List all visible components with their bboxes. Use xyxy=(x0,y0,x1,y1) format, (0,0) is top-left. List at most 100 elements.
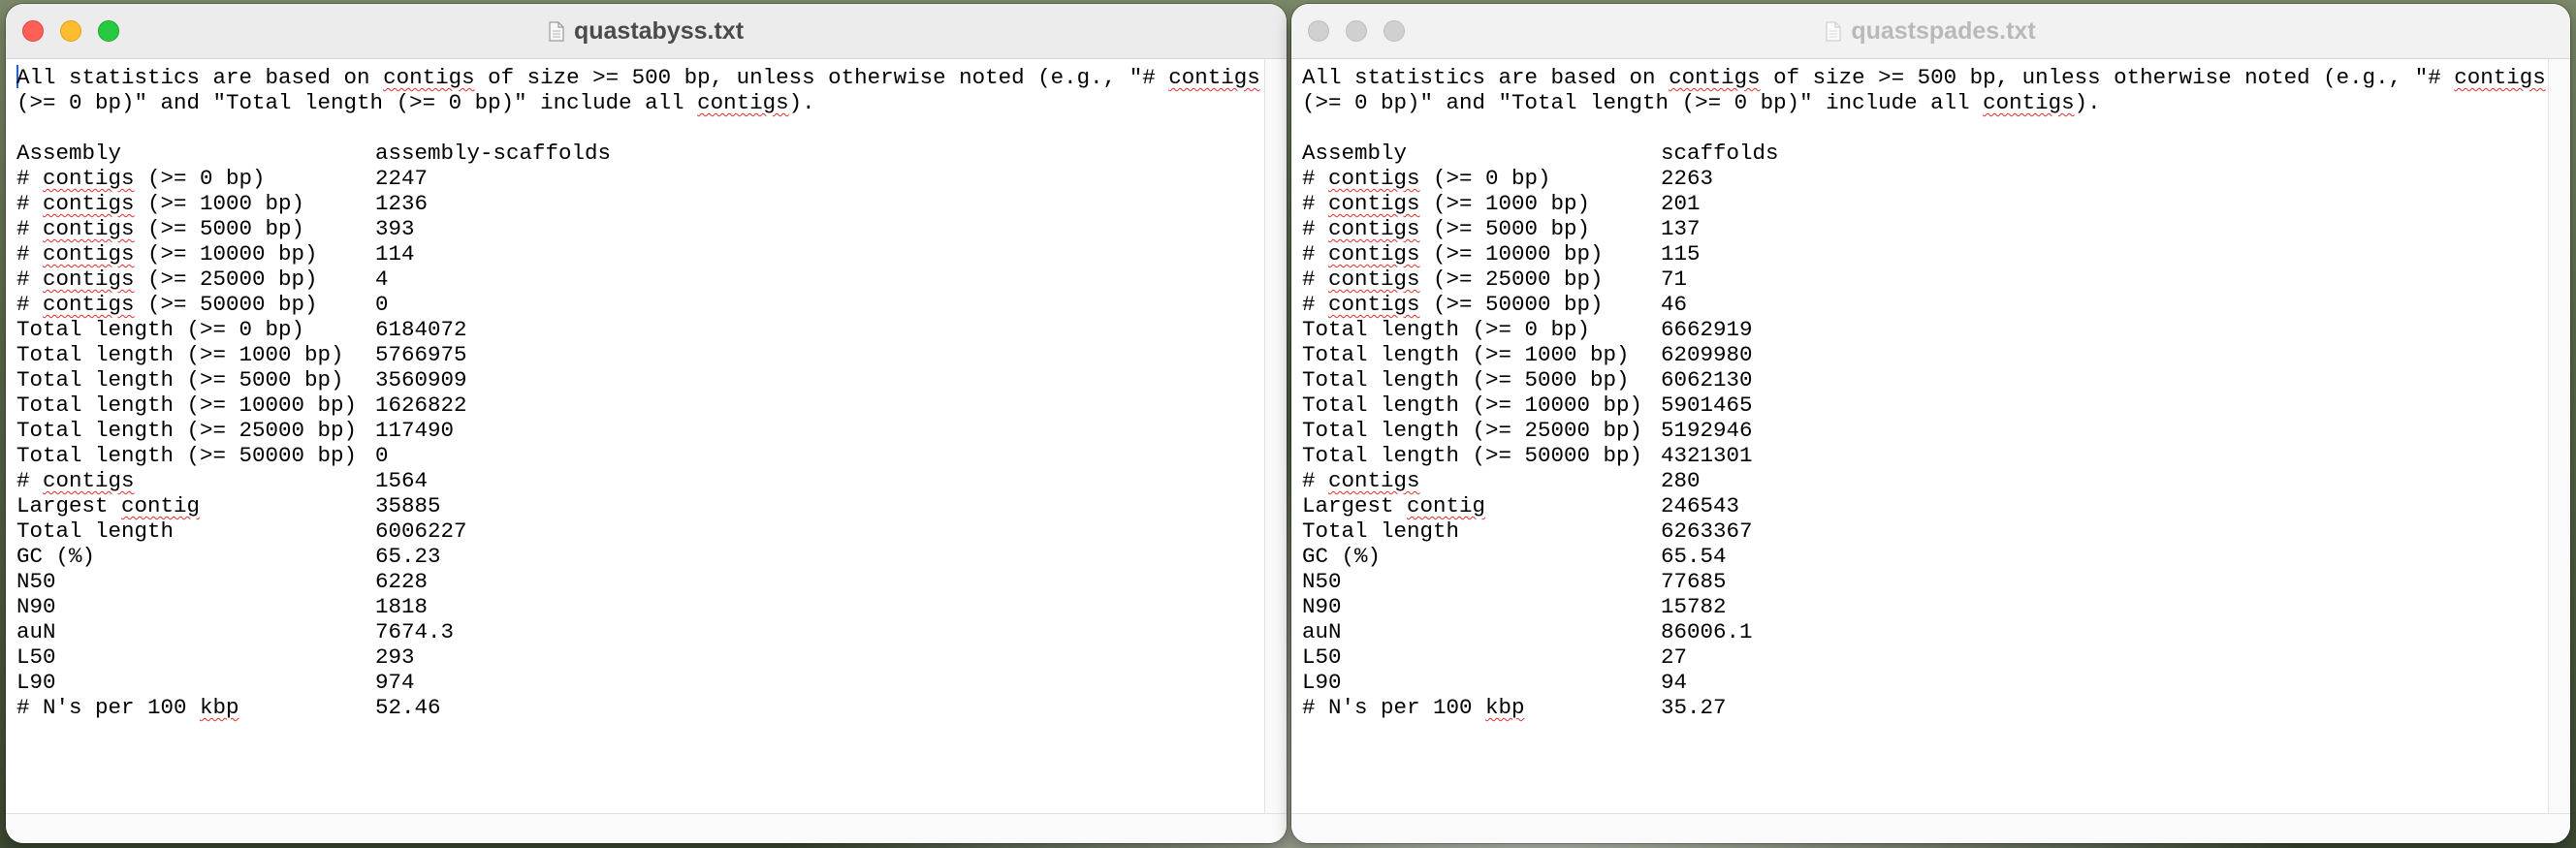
stat-value: 35885 xyxy=(375,493,441,518)
stat-value: 0 xyxy=(375,292,389,317)
stat-row: Total length (>= 25000 bp) 5192946 xyxy=(1302,418,2570,443)
stat-label: # contigs xyxy=(16,468,135,493)
stat-value: scaffolds xyxy=(1661,141,1779,166)
stat-row: Total length (>= 10000 bp) 1626822 xyxy=(16,393,1287,418)
stat-value: 77685 xyxy=(1661,569,1727,594)
stat-value: 246543 xyxy=(1661,493,1740,518)
intro-text: All statistics are based on contigs of s… xyxy=(16,65,1260,90)
stat-label: Assembly xyxy=(1302,141,1408,166)
stat-value: 65.23 xyxy=(375,544,441,569)
stat-row: Total length (>= 5000 bp) 6062130 xyxy=(1302,367,2570,393)
stat-label: Total length (>= 10000 bp) xyxy=(1302,393,1643,418)
stat-value: 86006.1 xyxy=(1661,619,1753,644)
stat-label: Total length (>= 0 bp) xyxy=(1302,317,1591,342)
stat-value: 6006227 xyxy=(375,518,467,544)
stat-row: N50 77685 xyxy=(1302,569,2570,594)
horizontal-scrollbar[interactable] xyxy=(1291,813,2570,843)
stat-label: # contigs (>= 5000 bp) xyxy=(16,216,305,241)
stat-row: Total length (>= 0 bp) 6184072 xyxy=(16,317,1287,342)
stat-row: # contigs 280 xyxy=(1302,468,2570,493)
document-icon xyxy=(549,20,564,42)
stat-value: 2263 xyxy=(1661,166,1714,191)
stat-row: # contigs (>= 50000 bp) 0 xyxy=(16,292,1287,317)
stat-label: N50 xyxy=(16,569,56,594)
intro-line: All statistics are based on contigs of s… xyxy=(1302,65,2570,90)
stat-label: # N's per 100 kbp xyxy=(16,695,239,720)
stat-label: # contigs (>= 50000 bp) xyxy=(16,292,318,317)
stat-value: 115 xyxy=(1661,241,1701,267)
stat-label: N50 xyxy=(1302,569,1342,594)
stat-label: Total length (>= 50000 bp) xyxy=(16,443,358,468)
stat-row: GC (%) 65.54 xyxy=(1302,544,2570,569)
intro-line: All statistics are based on contigs of s… xyxy=(16,65,1287,90)
stat-row: Total length 6006227 xyxy=(16,518,1287,544)
stat-value: 15782 xyxy=(1661,594,1727,619)
stat-label: GC (%) xyxy=(1302,544,1382,569)
stat-row: L90 974 xyxy=(16,670,1287,695)
stat-label: # contigs (>= 25000 bp) xyxy=(16,267,318,292)
stat-label: N90 xyxy=(1302,594,1342,619)
stat-value: 6263367 xyxy=(1661,518,1753,544)
stat-label: Assembly xyxy=(16,141,122,166)
stat-value: 7674.3 xyxy=(375,619,455,644)
stat-label: Total length (>= 25000 bp) xyxy=(16,418,358,443)
stat-label: # contigs (>= 1000 bp) xyxy=(16,191,305,216)
stat-value: 52.46 xyxy=(375,695,441,720)
stat-value: 6228 xyxy=(375,569,429,594)
stat-row: Total length (>= 50000 bp) 0 xyxy=(16,443,1287,468)
vertical-scrollbar[interactable] xyxy=(1264,59,1287,814)
stat-row: Total length 6263367 xyxy=(1302,518,2570,544)
stat-row: Largest contig 35885 xyxy=(16,493,1287,518)
stat-row: auN 86006.1 xyxy=(1302,619,2570,644)
stat-value: 35.27 xyxy=(1661,695,1727,720)
stat-value: 5192946 xyxy=(1661,418,1753,443)
stat-label: Total length (>= 1000 bp) xyxy=(16,342,344,367)
stat-label: # contigs (>= 10000 bp) xyxy=(1302,241,1604,267)
stat-row: auN 7674.3 xyxy=(16,619,1287,644)
vertical-scrollbar[interactable] xyxy=(2548,59,2570,814)
stat-row: # contigs (>= 0 bp) 2263 xyxy=(1302,166,2570,191)
stat-row: L90 94 xyxy=(1302,670,2570,695)
stat-row: Total length (>= 50000 bp) 4321301 xyxy=(1302,443,2570,468)
stat-row: N90 15782 xyxy=(1302,594,2570,619)
stat-row: GC (%) 65.23 xyxy=(16,544,1287,569)
stat-row: Total length (>= 0 bp) 6662919 xyxy=(1302,317,2570,342)
stat-value: 280 xyxy=(1661,468,1701,493)
text-editor-area[interactable]: All statistics are based on contigs of s… xyxy=(6,59,1287,843)
stat-label: L90 xyxy=(1302,670,1342,695)
stat-label: Largest contig xyxy=(16,493,201,518)
stat-label: Total length (>= 25000 bp) xyxy=(1302,418,1643,443)
stat-value: assembly-scaffolds xyxy=(375,141,612,166)
stat-value: 137 xyxy=(1661,216,1701,241)
stat-label: Total length (>= 0 bp) xyxy=(16,317,305,342)
stat-row: Assembly assembly-scaffolds xyxy=(16,141,1287,166)
stat-label: Total length (>= 5000 bp) xyxy=(1302,367,1630,393)
textedit-window-quastabyss[interactable]: quastabyss.txt All statistics are based … xyxy=(6,4,1287,843)
stat-row: Largest contig 246543 xyxy=(1302,493,2570,518)
stat-value: 46 xyxy=(1661,292,1688,317)
horizontal-scrollbar[interactable] xyxy=(6,813,1287,843)
stat-label: L90 xyxy=(16,670,56,695)
text-editor-area[interactable]: All statistics are based on contigs of s… xyxy=(1291,59,2570,843)
stat-label: Total length (>= 50000 bp) xyxy=(1302,443,1643,468)
stat-row: # contigs (>= 10000 bp) 114 xyxy=(16,241,1287,267)
stat-value: 5901465 xyxy=(1661,393,1753,418)
stat-row: # contigs (>= 1000 bp) 1236 xyxy=(16,191,1287,216)
stat-value: 4321301 xyxy=(1661,443,1753,468)
title-bar[interactable]: quastspades.txt xyxy=(1291,4,2570,59)
stat-row: Total length (>= 25000 bp) 117490 xyxy=(16,418,1287,443)
intro-text: (>= 0 bp)" and "Total length (>= 0 bp)" … xyxy=(1302,90,2101,115)
stat-value: 6209980 xyxy=(1661,342,1753,367)
stat-value: 71 xyxy=(1661,267,1688,292)
stat-label: # contigs (>= 50000 bp) xyxy=(1302,292,1604,317)
window-title: quastabyss.txt xyxy=(6,4,1287,58)
stat-row: # contigs 1564 xyxy=(16,468,1287,493)
textedit-window-quastspades[interactable]: quastspades.txt All statistics are based… xyxy=(1291,4,2570,843)
stat-label: Total length xyxy=(16,518,175,544)
intro-line: (>= 0 bp)" and "Total length (>= 0 bp)" … xyxy=(1302,90,2570,115)
stat-value: 201 xyxy=(1661,191,1701,216)
title-bar[interactable]: quastabyss.txt xyxy=(6,4,1287,59)
stat-label: Largest contig xyxy=(1302,493,1486,518)
stat-row: # N's per 100 kbp 52.46 xyxy=(16,695,1287,720)
